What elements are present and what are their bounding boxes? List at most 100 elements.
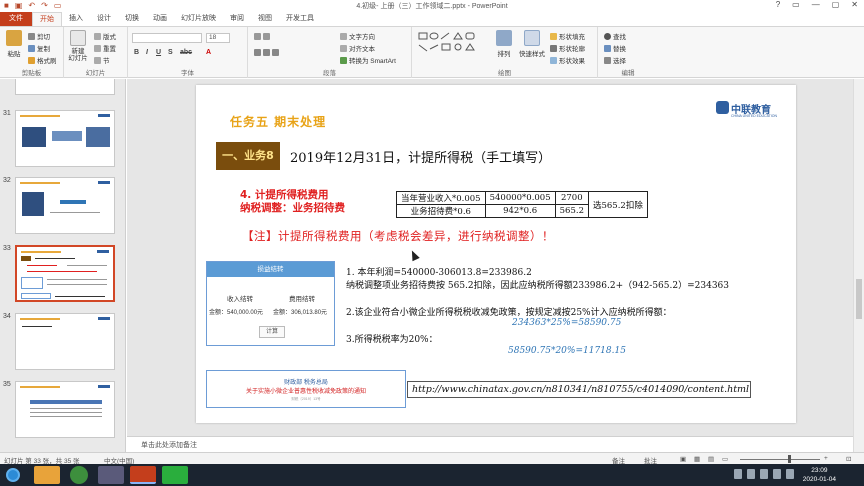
tab-animations[interactable]: 动画 bbox=[146, 12, 174, 26]
tax-rate-line: 3.所得税税率为20%： bbox=[346, 335, 438, 345]
app-icon[interactable] bbox=[98, 466, 124, 484]
text-direction-button[interactable]: 文字方向 bbox=[340, 31, 375, 41]
effects-icon bbox=[550, 56, 557, 64]
taskbar-clock[interactable]: 23:09 2020-01-04 bbox=[803, 466, 836, 484]
start-button[interactable] bbox=[6, 468, 20, 482]
chrome-icon[interactable] bbox=[70, 466, 88, 484]
notes-placeholder: 单击此处添加备注 bbox=[141, 442, 197, 449]
clipboard-group: 粘贴 剪切 复制 格式刷 剪贴板 bbox=[0, 27, 64, 78]
tab-design[interactable]: 设计 bbox=[90, 12, 118, 26]
bullets-button[interactable] bbox=[254, 33, 270, 40]
vertical-scrollbar[interactable] bbox=[853, 79, 864, 452]
select-button[interactable]: 选择 bbox=[604, 55, 626, 65]
bold-button[interactable]: B bbox=[134, 49, 139, 56]
fill-icon bbox=[550, 32, 557, 40]
task-title: 任务五 期末处理 bbox=[230, 115, 327, 129]
tab-slideshow[interactable]: 幻灯片放映 bbox=[174, 12, 223, 26]
tax-expense-label: 4. 计提所得税费用 纳税调整：业务招待费 bbox=[240, 189, 345, 215]
notes-pane[interactable]: 单击此处添加备注 bbox=[127, 436, 853, 452]
table-cell: 当年营业收入*0.005 bbox=[396, 191, 486, 205]
title-bar: ■ ▣ ↶ ↷ ▭ 4.初级- 上册（三）工作领域二.pptx - PowerP… bbox=[0, 0, 864, 12]
brush-icon bbox=[28, 56, 35, 64]
shadow-button[interactable]: S bbox=[168, 49, 173, 56]
network-icon[interactable] bbox=[760, 469, 768, 479]
shape-outline-button[interactable]: 形状轮廓 bbox=[550, 43, 585, 53]
zoom-in-button[interactable]: + bbox=[824, 455, 828, 462]
align-buttons[interactable] bbox=[254, 49, 279, 56]
tab-developer[interactable]: 开发工具 bbox=[279, 12, 321, 26]
section-button[interactable]: 节 bbox=[94, 55, 110, 65]
zoom-slider[interactable] bbox=[740, 459, 820, 460]
profit-line: 1. 本年利润=540000-306013.8=233986.2 bbox=[346, 268, 532, 278]
notice-doc-number: 财税〔2019〕13号 bbox=[291, 397, 321, 401]
slideshow-icon[interactable]: ▭ bbox=[722, 455, 728, 463]
slide-thumbnail-pane[interactable]: 31 32 33 34 35 bbox=[0, 79, 126, 452]
tray-icon[interactable] bbox=[747, 469, 755, 479]
reset-icon bbox=[94, 44, 101, 52]
powerpoint-taskbar-icon[interactable] bbox=[130, 466, 156, 484]
tab-transitions[interactable]: 切换 bbox=[118, 12, 146, 26]
close-button[interactable]: ✕ bbox=[851, 0, 858, 9]
tray-icon[interactable] bbox=[734, 469, 742, 479]
shape-fill-button[interactable]: 形状填充 bbox=[550, 31, 585, 41]
layout-button[interactable]: 版式 bbox=[94, 31, 116, 41]
editing-group: 查找 替换 选择 编辑 bbox=[598, 27, 658, 78]
italic-button[interactable]: I bbox=[146, 49, 148, 56]
paste-button[interactable]: 粘贴 bbox=[2, 30, 26, 58]
shapes-gallery[interactable] bbox=[418, 31, 484, 63]
clipboard-group-label: 剪贴板 bbox=[21, 70, 42, 77]
align-text-button[interactable]: 对齐文本 bbox=[340, 43, 375, 53]
status-bar: 幻灯片 第 33 张，共 35 张 中文(中国) 备注 批注 ▣ ▦ ▤ ▭ +… bbox=[0, 452, 864, 465]
find-button[interactable]: 查找 bbox=[604, 31, 626, 41]
font-color-button[interactable]: A bbox=[206, 49, 211, 56]
tab-home[interactable]: 开始 bbox=[32, 12, 62, 26]
align-text-icon bbox=[340, 44, 347, 52]
underline-button[interactable]: U bbox=[156, 49, 161, 56]
arrange-button[interactable]: 排列 bbox=[492, 30, 516, 58]
profit-loss-transfer-card: 损益结转 收入结转 费用结转 金额：540,000.00元 金额：306,013… bbox=[206, 261, 335, 346]
help-button[interactable]: ? bbox=[776, 0, 780, 9]
minimize-button[interactable]: — bbox=[812, 0, 820, 9]
policy-url[interactable]: http://www.chinatax.gov.cn/n810341/n8107… bbox=[407, 381, 751, 398]
taxable-calc: 234363*25%=58590.75 bbox=[512, 318, 622, 328]
clock-time: 23:09 bbox=[811, 467, 828, 474]
tab-file[interactable]: 文件 bbox=[0, 12, 32, 26]
expense-transfer-label: 费用结转 bbox=[289, 296, 315, 303]
reading-view-icon[interactable]: ▤ bbox=[708, 455, 714, 463]
scissors-icon bbox=[28, 32, 35, 40]
slide-sorter-icon[interactable]: ▦ bbox=[694, 455, 700, 463]
normal-view-icon[interactable]: ▣ bbox=[680, 455, 686, 463]
tab-review[interactable]: 审阅 bbox=[223, 12, 251, 26]
reset-button[interactable]: 重置 bbox=[94, 43, 116, 53]
shape-effects-button[interactable]: 形状效果 bbox=[550, 55, 585, 65]
current-slide[interactable]: 任务五 期末处理 中联教育 CHINA UNITED EDUCATION 一、业… bbox=[196, 85, 796, 423]
tab-view[interactable]: 视图 bbox=[251, 12, 279, 26]
slides-group-label: 幻灯片 bbox=[85, 70, 106, 77]
quick-styles-button[interactable]: 快速样式 bbox=[518, 30, 546, 58]
clock-date: 2020-01-04 bbox=[802, 476, 836, 483]
logo-mark-icon bbox=[716, 101, 729, 114]
logo-subtitle: CHINA UNITED EDUCATION bbox=[731, 114, 778, 118]
cut-button[interactable]: 剪切 bbox=[28, 31, 50, 41]
font-name-select[interactable] bbox=[132, 33, 202, 43]
smartart-button[interactable]: 转换为 SmartArt bbox=[340, 55, 396, 65]
volume-icon[interactable] bbox=[773, 469, 781, 479]
new-slide-button[interactable]: 新建 幻灯片 bbox=[66, 30, 90, 62]
strikethrough-button[interactable]: abc bbox=[180, 49, 192, 56]
zoom-slider-handle[interactable] bbox=[788, 455, 791, 463]
input-method-icon[interactable] bbox=[786, 469, 794, 479]
fit-slide-icon[interactable]: ⊡ bbox=[846, 455, 851, 463]
font-size-select[interactable]: 18 bbox=[206, 33, 230, 43]
tab-insert[interactable]: 插入 bbox=[62, 12, 90, 26]
scrollbar-thumb[interactable] bbox=[856, 279, 862, 319]
replace-button[interactable]: 替换 bbox=[604, 43, 626, 53]
format-painter-button[interactable]: 格式刷 bbox=[28, 55, 57, 65]
file-explorer-icon[interactable] bbox=[34, 466, 60, 484]
copy-button[interactable]: 复制 bbox=[28, 43, 50, 53]
maximize-button[interactable]: ▢ bbox=[832, 0, 840, 9]
table-cell: 540000*0.005 bbox=[484, 191, 556, 205]
ribbon-display-button[interactable]: ▭ bbox=[792, 0, 800, 9]
tax-amount-calc: 58590.75*20%=11718.15 bbox=[508, 346, 626, 356]
entertainment-expense-table: 当年营业收入*0.005 540000*0.005 2700 选565.2扣除 … bbox=[396, 191, 648, 218]
wechat-icon[interactable] bbox=[162, 466, 188, 484]
